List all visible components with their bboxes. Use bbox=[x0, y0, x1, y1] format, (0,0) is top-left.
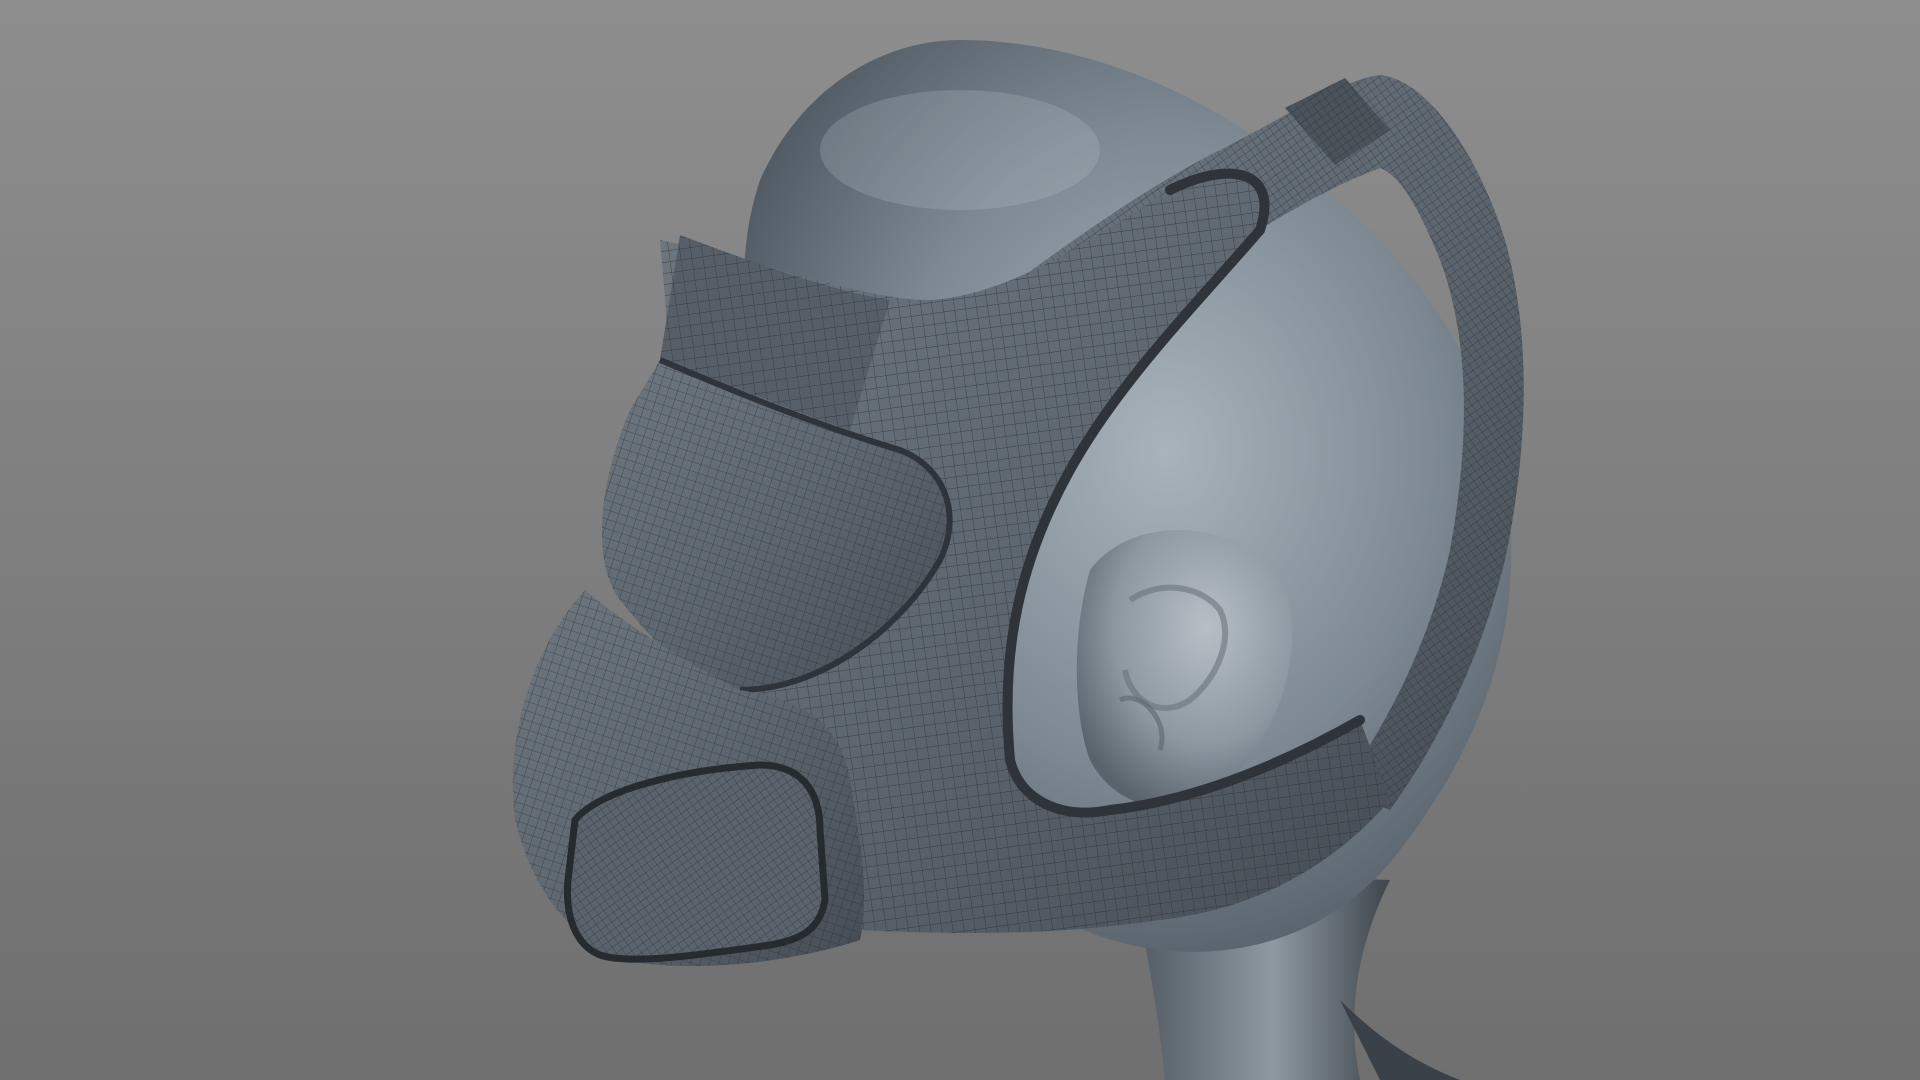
3d-viewport[interactable] bbox=[0, 0, 1920, 1080]
render-scene bbox=[0, 0, 1920, 1080]
head-highlight bbox=[820, 90, 1100, 210]
